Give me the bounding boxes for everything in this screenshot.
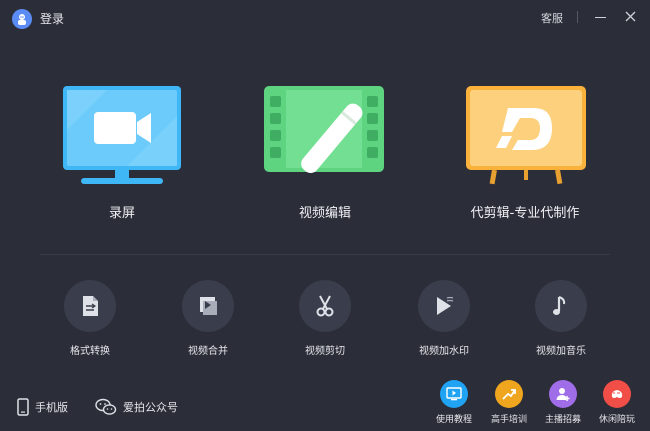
tutorial-link[interactable]: 使用教程 [427, 380, 481, 425]
minimize-button[interactable] [593, 9, 609, 25]
tool-video-merge-label: 视频合并 [188, 346, 228, 357]
streamer-recruit-circle [549, 380, 577, 408]
video-merge-icon [200, 297, 217, 315]
title-bar: 登录 客服 [0, 0, 650, 36]
casual-play-circle [603, 380, 631, 408]
tool-format-convert-label: 格式转换 [70, 346, 110, 357]
play-watermark-icon [437, 296, 454, 315]
game-icon [611, 390, 623, 398]
wechat-account-label: 爱拍公众号 [123, 401, 178, 414]
person-add-icon [556, 388, 570, 401]
login-link[interactable]: 登录 [40, 10, 64, 27]
tutorial-label: 使用教程 [435, 415, 472, 425]
mobile-version-link[interactable]: 手机版 [17, 398, 68, 416]
play-screen-icon [446, 387, 462, 401]
tool-video-music-label: 视频加音乐 [536, 346, 586, 357]
video-edit-icon [264, 86, 384, 173]
title-separator [577, 11, 578, 23]
tool-video-cut-circle [299, 280, 351, 332]
casual-play-link[interactable]: 休闲陪玩 [590, 380, 644, 425]
document-convert-icon [83, 296, 98, 316]
tool-video-cut[interactable]: 视频剪切 [280, 280, 370, 357]
feature-pro-editing-label: 代剪辑-专业代制作 [470, 206, 580, 221]
wechat-account-link[interactable]: 爱拍公众号 [95, 398, 178, 416]
scissors-icon [316, 295, 334, 317]
expert-training-link[interactable]: 高手培训 [482, 380, 536, 425]
expert-training-label: 高手培训 [490, 415, 527, 425]
streamer-recruit-link[interactable]: 主播招募 [536, 380, 590, 425]
trend-up-icon [502, 389, 516, 400]
easel-logo-icon [466, 86, 586, 185]
tool-video-music[interactable]: 视频加音乐 [516, 280, 606, 357]
feature-video-edit-label: 视频编辑 [298, 206, 351, 221]
tool-video-cut-label: 视频剪切 [305, 346, 345, 357]
wechat-icon [95, 398, 117, 415]
tool-format-convert-circle [64, 280, 116, 332]
mobile-version-label: 手机版 [35, 401, 68, 414]
music-note-icon [553, 296, 566, 315]
app-logo-icon [12, 9, 32, 29]
streamer-recruit-label: 主播招募 [544, 415, 581, 425]
tool-video-merge[interactable]: 视频合并 [163, 280, 253, 357]
tool-video-watermark-circle [418, 280, 470, 332]
tool-video-watermark[interactable]: 视频加水印 [399, 280, 489, 357]
tool-video-merge-circle [182, 280, 234, 332]
tool-video-watermark-label: 视频加水印 [419, 346, 469, 357]
expert-training-circle [495, 380, 523, 408]
close-icon [625, 11, 636, 22]
tool-video-music-circle [535, 280, 587, 332]
casual-play-label: 休闲陪玩 [598, 415, 635, 425]
phone-icon [17, 398, 29, 416]
section-divider [40, 254, 610, 255]
tool-format-convert[interactable]: 格式转换 [45, 280, 135, 357]
tutorial-circle [440, 380, 468, 408]
customer-service-link[interactable]: 客服 [541, 10, 563, 26]
close-button[interactable] [622, 8, 640, 26]
screen-record-icon [63, 86, 181, 184]
feature-screen-record-label: 录屏 [108, 206, 135, 221]
